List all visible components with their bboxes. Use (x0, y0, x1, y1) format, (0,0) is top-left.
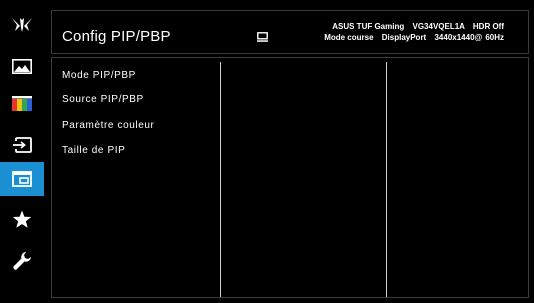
landscape-picture-icon[interactable] (0, 49, 44, 83)
resolution-label: 3440x1440@ (434, 33, 483, 42)
pip-window-icon[interactable] (0, 162, 44, 196)
sidebar (0, 0, 44, 303)
menu-item-mode-pip-pbp[interactable]: Mode PIP/PBP (62, 70, 136, 81)
tuf-logo-icon (0, 8, 44, 42)
hdr-status: HDR Off (472, 22, 504, 31)
refresh-label: 60Hz (485, 33, 504, 42)
input-label: DisplayPort (381, 33, 427, 42)
star-icon[interactable] (0, 202, 44, 236)
menu-item-color-settings[interactable]: Paramètre couleur (62, 120, 154, 131)
menu-item-pip-size[interactable]: Taille de PIP (62, 145, 125, 156)
osd-window: Config PIP/PBP ASUS TUF Gaming VG34VQEL1… (0, 0, 534, 303)
brand-label: ASUS TUF Gaming (332, 22, 405, 31)
column-divider-1 (220, 62, 221, 297)
header-bar: Config PIP/PBP ASUS TUF Gaming VG34VQEL1… (51, 10, 529, 54)
color-bars-icon[interactable] (0, 86, 44, 120)
model-label: VG34VQEL1A (412, 22, 465, 31)
input-arrow-icon[interactable] (0, 128, 44, 162)
column-divider-2 (386, 62, 387, 297)
mode-label: Mode course (324, 33, 374, 42)
wrench-icon[interactable] (0, 244, 44, 278)
monitor-input-icon (257, 29, 268, 47)
monitor-info-line-1: ASUS TUF Gaming VG34VQEL1A HDR Off (326, 22, 504, 31)
menu-panel: Mode PIP/PBP Source PIP/PBP Paramètre co… (51, 57, 529, 298)
page-title: Config PIP/PBP (62, 28, 171, 45)
monitor-info-line-2: Mode course DisplayPort 3440x1440@ 60Hz (318, 33, 504, 42)
menu-item-source-pip-pbp[interactable]: Source PIP/PBP (62, 94, 144, 105)
